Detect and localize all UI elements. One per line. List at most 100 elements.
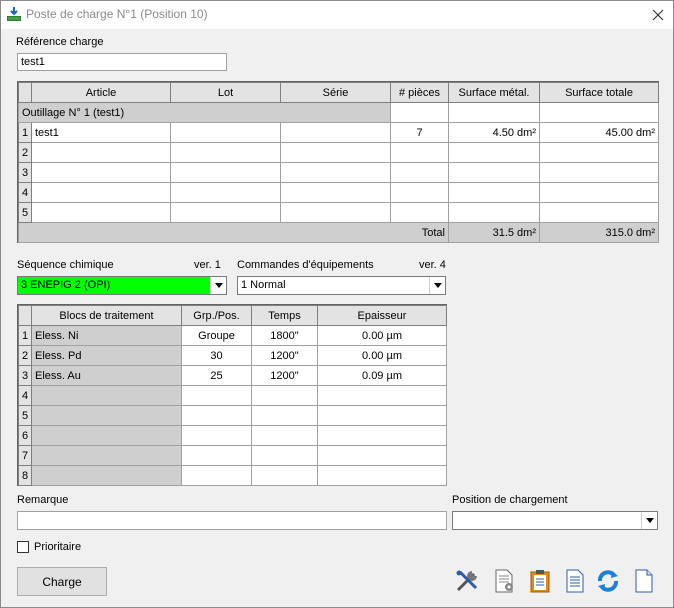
cell-surface-totale — [539, 162, 659, 183]
row-number[interactable]: 1 — [18, 122, 32, 143]
row-number[interactable]: 5 — [18, 405, 32, 426]
col-header-temps[interactable]: Temps — [251, 305, 318, 326]
tools-icon[interactable] — [454, 568, 480, 594]
cell-serie[interactable] — [280, 142, 391, 163]
row-number[interactable]: 3 — [18, 365, 32, 386]
cell-temps[interactable] — [251, 385, 318, 406]
cell-temps[interactable]: 1200" — [251, 345, 318, 366]
sequence-select[interactable]: 3 ENEPIG 2 (OPI) — [17, 276, 227, 295]
cell-bloc[interactable] — [31, 385, 182, 406]
col-header-epaisseur[interactable]: Epaisseur — [317, 305, 447, 326]
cell-temps[interactable]: 1800" — [251, 325, 318, 346]
row-number[interactable]: 8 — [18, 465, 32, 486]
row-number[interactable]: 5 — [18, 202, 32, 223]
col-header-serie[interactable]: Série — [280, 82, 391, 103]
row-number[interactable]: 2 — [18, 345, 32, 366]
cell-article[interactable]: test1 — [31, 122, 171, 143]
list-document-icon[interactable] — [562, 568, 588, 594]
table-row[interactable]: 1 test1 7 4.50 dm² 45.00 dm² — [18, 122, 659, 143]
cell-lot[interactable] — [170, 162, 281, 183]
position-select[interactable] — [452, 511, 658, 530]
table-row[interactable]: 5 — [18, 405, 447, 426]
table-row[interactable]: 4 — [18, 182, 659, 203]
articles-grid: Article Lot Série # pièces Surface métal… — [17, 81, 659, 243]
cell-grp[interactable] — [181, 425, 252, 446]
chevron-down-icon[interactable] — [641, 512, 657, 529]
col-header-surface-metal[interactable]: Surface métal. — [448, 82, 540, 103]
cell-lot[interactable] — [170, 182, 281, 203]
row-number[interactable]: 4 — [18, 385, 32, 406]
cell-bloc[interactable]: Eless. Pd — [31, 345, 182, 366]
row-number[interactable]: 2 — [18, 142, 32, 163]
cell-grp[interactable]: 30 — [181, 345, 252, 366]
table-row[interactable]: 6 — [18, 425, 447, 446]
cell-article[interactable] — [31, 142, 171, 163]
cell-bloc[interactable]: Eless. Au — [31, 365, 182, 386]
remarque-input[interactable] — [17, 511, 447, 530]
cell-temps[interactable] — [251, 445, 318, 466]
cell-lot[interactable] — [170, 142, 281, 163]
cell-temps[interactable] — [251, 465, 318, 486]
col-header-article[interactable]: Article — [31, 82, 171, 103]
close-button[interactable] — [643, 1, 673, 29]
cell-grp[interactable]: 25 — [181, 365, 252, 386]
chevron-down-icon[interactable] — [210, 277, 226, 294]
table-row[interactable]: 5 — [18, 202, 659, 223]
cell-bloc[interactable] — [31, 405, 182, 426]
document-settings-icon[interactable] — [491, 568, 517, 594]
row-number[interactable]: 7 — [18, 445, 32, 466]
cell-pieces[interactable] — [390, 142, 449, 163]
cell-grp[interactable]: Groupe — [181, 325, 252, 346]
table-row[interactable]: 7 — [18, 445, 447, 466]
table-row[interactable]: 2 — [18, 142, 659, 163]
reference-input[interactable]: test1 — [17, 53, 227, 71]
table-row[interactable]: 1 Eless. Ni Groupe 1800" 0.00 µm — [18, 325, 447, 346]
new-document-icon[interactable] — [631, 568, 657, 594]
cell-serie[interactable] — [280, 162, 391, 183]
table-row[interactable]: 4 — [18, 385, 447, 406]
table-row[interactable]: 3 — [18, 162, 659, 183]
cell-temps[interactable] — [251, 425, 318, 446]
row-number[interactable]: 1 — [18, 325, 32, 346]
charge-button[interactable]: Charge — [17, 567, 107, 596]
cell-bloc[interactable]: Eless. Ni — [31, 325, 182, 346]
cell-grp[interactable] — [181, 385, 252, 406]
cell-grp[interactable] — [181, 405, 252, 426]
cell-grp[interactable] — [181, 445, 252, 466]
outillage-group-label: Outillage N° 1 (test1) — [18, 102, 391, 123]
col-header-bloc[interactable]: Blocs de traitement — [31, 305, 182, 326]
cell-pieces[interactable] — [390, 162, 449, 183]
col-header-grp[interactable]: Grp./Pos. — [181, 305, 252, 326]
cell-pieces[interactable] — [390, 182, 449, 203]
row-number[interactable]: 3 — [18, 162, 32, 183]
table-row[interactable]: 8 — [18, 465, 447, 486]
cell-serie[interactable] — [280, 182, 391, 203]
cell-temps[interactable]: 1200" — [251, 365, 318, 386]
table-row[interactable]: 2 Eless. Pd 30 1200" 0.00 µm — [18, 345, 447, 366]
cell-pieces[interactable] — [390, 202, 449, 223]
cell-bloc[interactable] — [31, 425, 182, 446]
clipboard-icon[interactable] — [527, 568, 553, 594]
col-header-pieces[interactable]: # pièces — [390, 82, 449, 103]
cell-pieces[interactable]: 7 — [390, 122, 449, 143]
cell-article[interactable] — [31, 182, 171, 203]
row-number[interactable]: 4 — [18, 182, 32, 203]
cell-lot[interactable] — [170, 202, 281, 223]
cell-bloc[interactable] — [31, 465, 182, 486]
table-row[interactable]: 3 Eless. Au 25 1200" 0.09 µm — [18, 365, 447, 386]
col-header-surface-totale[interactable]: Surface totale — [539, 82, 659, 103]
cell-grp[interactable] — [181, 465, 252, 486]
cell-lot[interactable] — [170, 122, 281, 143]
commandes-select[interactable]: 1 Normal — [237, 276, 446, 295]
chevron-down-icon[interactable] — [429, 277, 445, 294]
cell-article[interactable] — [31, 162, 171, 183]
col-header-lot[interactable]: Lot — [170, 82, 281, 103]
cell-temps[interactable] — [251, 405, 318, 426]
cell-bloc[interactable] — [31, 445, 182, 466]
prioritaire-checkbox[interactable] — [17, 541, 29, 553]
cell-article[interactable] — [31, 202, 171, 223]
cell-serie[interactable] — [280, 202, 391, 223]
row-number[interactable]: 6 — [18, 425, 32, 446]
refresh-icon[interactable] — [595, 568, 621, 594]
cell-serie[interactable] — [280, 122, 391, 143]
